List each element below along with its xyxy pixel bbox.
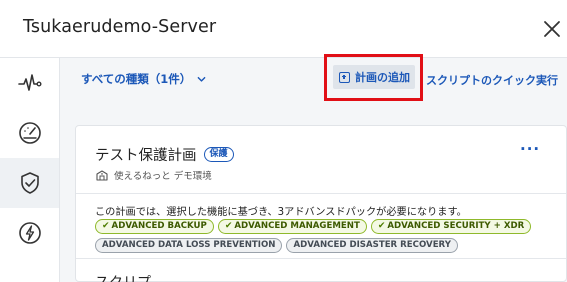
- next-plan-title[interactable]: スクリプ: [95, 272, 151, 282]
- close-icon: [544, 21, 560, 37]
- sidebar-item-protection[interactable]: [0, 158, 59, 208]
- plan-title-row: テスト保護計画 保護: [95, 144, 234, 165]
- close-button[interactable]: [541, 18, 563, 40]
- pack-chip-label: ADVANCED DATA LOSS PREVENTION: [102, 240, 276, 250]
- power-bolt-icon: [18, 222, 41, 244]
- plan-title[interactable]: テスト保護計画: [95, 144, 197, 165]
- type-filter-label: すべての種類（1件）: [81, 72, 192, 86]
- protection-badge: 保護: [203, 147, 234, 162]
- pack-chip-advanced-dlp: ADVANCED DATA LOSS PREVENTION: [95, 238, 283, 253]
- main-content: すべての種類（1件） 計画の追加 スクリプトのクイック実行 テスト保護計画 保護…: [60, 54, 567, 282]
- pack-chip-advanced-management: ✔ ADVANCED MANAGEMENT: [217, 219, 367, 234]
- type-filter-dropdown[interactable]: すべての種類（1件）: [81, 71, 206, 87]
- more-options-button[interactable]: ···: [520, 140, 540, 158]
- add-box-icon: [339, 71, 350, 83]
- pack-chip-label: ADVANCED DISASTER RECOVERY: [293, 240, 451, 250]
- plan-tenant-row: 使えるねっと デモ環境: [96, 168, 212, 182]
- pack-chip-label: ADVANCED MANAGEMENT: [234, 221, 360, 231]
- highlight-frame: 計画の追加: [324, 54, 423, 101]
- pack-chip-advanced-disaster-recovery: ADVANCED DISASTER RECOVERY: [286, 238, 458, 253]
- panel-header: Tsukaerudemo-Server: [0, 0, 567, 58]
- sidebar-item-monitoring[interactable]: [0, 108, 59, 158]
- plan-card: テスト保護計画 保護 ··· 使えるねっと デモ環境 この計画では、選択した機能…: [75, 125, 567, 282]
- check-icon: ✔: [224, 221, 233, 231]
- gauge-icon: [18, 122, 41, 144]
- building-icon: [96, 170, 108, 181]
- quick-run-script-button[interactable]: スクリプトのクイック実行: [426, 72, 558, 88]
- panel-title: Tsukaerudemo-Server: [23, 17, 217, 37]
- add-plan-label: 計画の追加: [355, 71, 410, 84]
- pack-chip-list: ✔ ADVANCED BACKUP ✔ ADVANCED MANAGEMENT …: [95, 219, 555, 253]
- pack-chip-label: ADVANCED BACKUP: [111, 221, 207, 231]
- check-icon: ✔: [102, 221, 110, 231]
- divider: [76, 258, 566, 259]
- check-icon: ✔: [377, 221, 386, 231]
- sidebar-item-activity[interactable]: [0, 58, 59, 108]
- pack-chip-advanced-security-xdr: ✔ ADVANCED SECURITY + XDR: [370, 219, 532, 234]
- pack-chip-advanced-backup: ✔ ADVANCED BACKUP: [95, 219, 214, 234]
- shield-check-icon: [20, 172, 39, 194]
- pack-chip-label: ADVANCED SECURITY + XDR: [387, 221, 525, 231]
- plan-tenant-name: 使えるねっと デモ環境: [114, 171, 212, 182]
- pulse-icon: [17, 74, 42, 91]
- divider: [76, 193, 566, 194]
- sidebar-item-power[interactable]: [0, 208, 59, 258]
- chevron-down-icon: [197, 76, 206, 82]
- plan-description: この計画では、選択した機能に基づき、3アドバンスドパックが必要になります。: [95, 207, 467, 218]
- add-plan-button[interactable]: 計画の追加: [333, 65, 415, 89]
- sidebar: [0, 58, 60, 282]
